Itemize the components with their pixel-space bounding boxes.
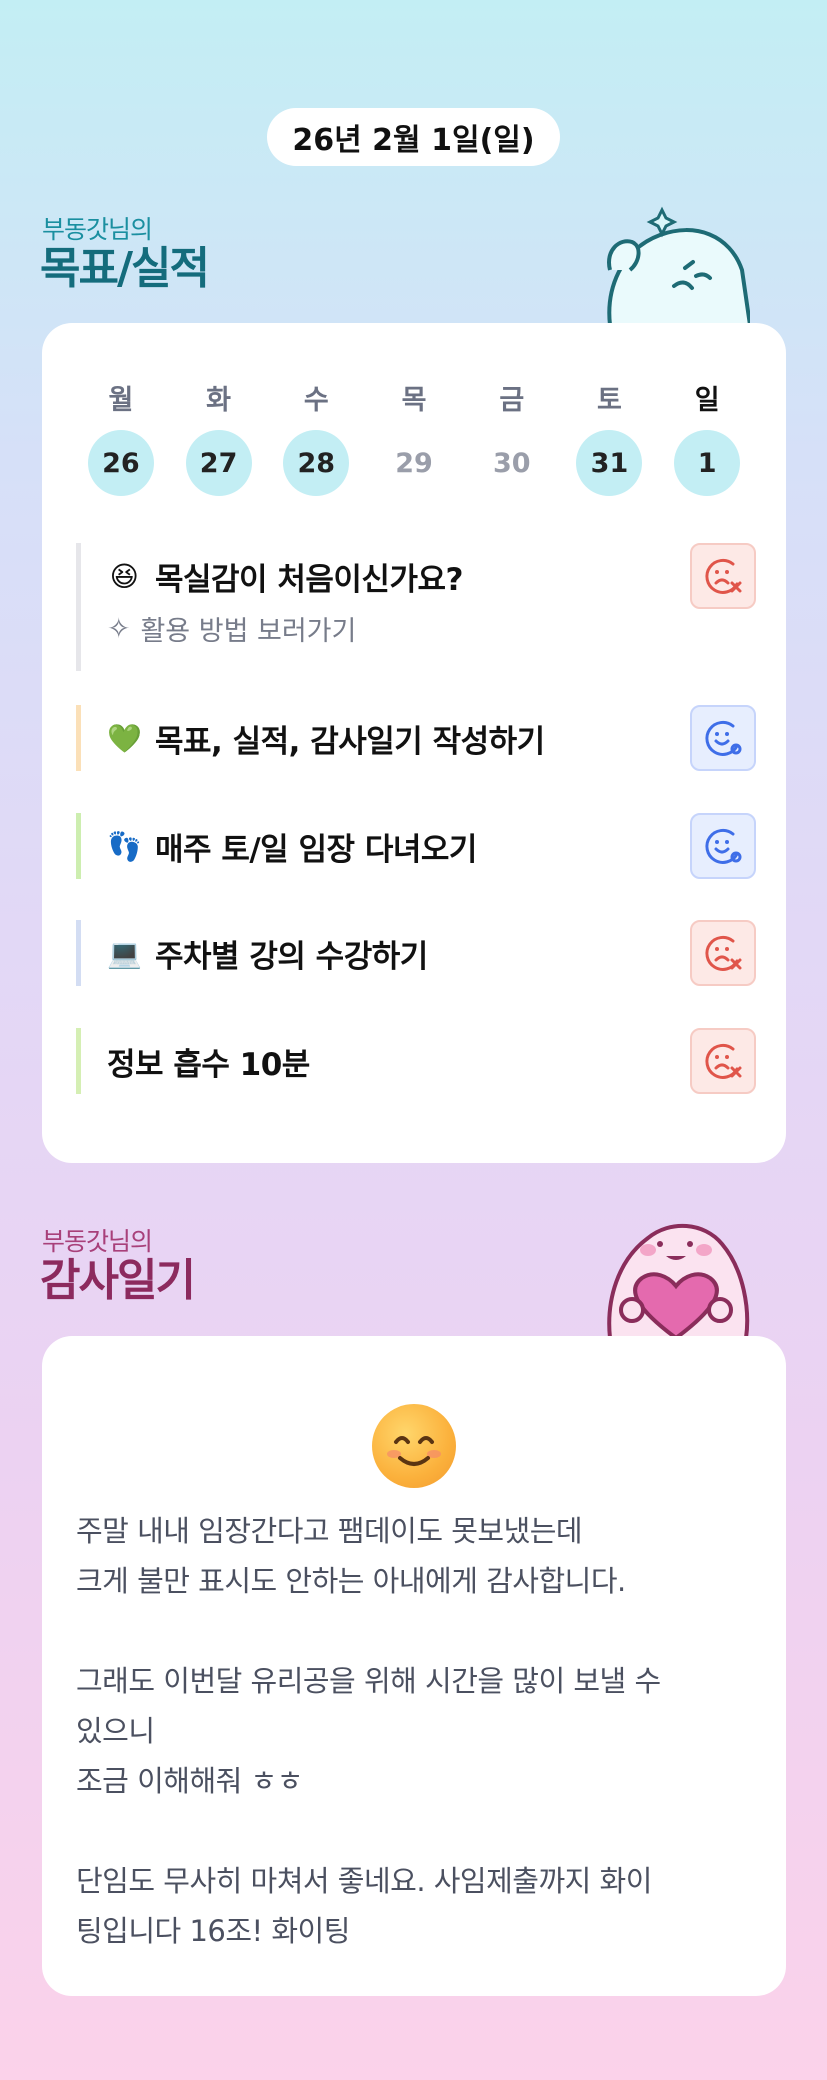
status-fail-button[interactable] bbox=[690, 1028, 756, 1094]
mascot-thumbs-up-illustration bbox=[607, 206, 750, 325]
weekday-label: 금 bbox=[499, 385, 525, 416]
date-pill[interactable]: 26년 2월 1일(일) bbox=[267, 108, 560, 166]
weekday-label: 목 bbox=[401, 385, 427, 416]
status-fail-button[interactable] bbox=[690, 920, 756, 986]
sad-face-x-icon bbox=[705, 558, 742, 594]
goal-title: 정보 흡수 10분 bbox=[107, 1046, 310, 1083]
smiling-face-emoji-icon bbox=[372, 1404, 456, 1488]
status-fail-button[interactable] bbox=[690, 543, 756, 609]
how-to-use-label: 활용 방법 보러가기 bbox=[140, 616, 357, 647]
goals-section-title: 목표/실적 bbox=[40, 243, 210, 294]
status-ok-button[interactable] bbox=[690, 705, 756, 771]
week-days: 26 27 28 29 30 31 1 bbox=[72, 430, 756, 496]
day-cell-selected[interactable]: 1 bbox=[674, 430, 741, 496]
laughing-emoji-icon: 😆 bbox=[109, 559, 139, 593]
weekday-label-sunday: 일 bbox=[694, 385, 720, 416]
smile-face-o-icon bbox=[705, 828, 742, 864]
weekday-label: 수 bbox=[303, 385, 329, 416]
sad-face-x-icon bbox=[705, 1043, 742, 1079]
diary-card: 주말 내내 임장간다고 팸데이도 못보냈는데 크게 불만 표시도 안하는 아내에… bbox=[42, 1336, 786, 1996]
goal-item[interactable]: 💚 목표, 실적, 감사일기 작성하기 bbox=[76, 705, 756, 771]
sparkle-icon: ✧ bbox=[107, 612, 131, 645]
day-cell[interactable]: 29 bbox=[381, 430, 447, 496]
goal-title: 목표, 실적, 감사일기 작성하기 bbox=[155, 723, 545, 760]
goal-title: 매주 토/일 임장 다녀오기 bbox=[155, 831, 477, 868]
goal-item[interactable]: 👣 매주 토/일 임장 다녀오기 bbox=[76, 813, 756, 879]
day-cell[interactable]: 30 bbox=[479, 430, 545, 496]
day-cell[interactable]: 26 bbox=[87, 430, 154, 496]
weekday-label: 월 bbox=[108, 385, 134, 416]
diary-entry-text: 주말 내내 임장간다고 팸데이도 못보냈는데 크게 불만 표시도 안하는 아내에… bbox=[76, 1514, 661, 1948]
goal-item[interactable]: 정보 흡수 10분 bbox=[76, 1028, 756, 1094]
day-cell[interactable]: 28 bbox=[283, 430, 350, 496]
footprints-icon: 👣 bbox=[107, 829, 142, 863]
goal-item[interactable]: 😆 목실감이 처음이신가요? ✧ 활용 방법 보러가기 bbox=[76, 543, 756, 671]
goal-item[interactable]: 💻 주차별 강의 수강하기 bbox=[76, 920, 756, 986]
goal-title: 주차별 강의 수강하기 bbox=[155, 938, 428, 975]
sad-face-x-icon bbox=[705, 935, 742, 971]
diary-section-title: 감사일기 bbox=[40, 1255, 196, 1306]
green-heart-icon: 💚 bbox=[107, 721, 142, 755]
goal-title: 목실감이 처음이신가요? bbox=[155, 561, 463, 598]
smile-face-o-icon bbox=[705, 720, 742, 756]
weekday-header: 월 화 수 목 금 토 일 bbox=[72, 378, 756, 417]
status-ok-button[interactable] bbox=[690, 813, 756, 879]
mascot-heart-illustration bbox=[607, 1224, 750, 1338]
laptop-icon: 💻 bbox=[107, 936, 142, 970]
weekday-label: 화 bbox=[206, 385, 231, 416]
day-cell[interactable]: 31 bbox=[576, 430, 643, 496]
goals-card: 월 화 수 목 금 토 일 26 27 28 29 30 31 1 😆 목실감이… bbox=[42, 323, 786, 1163]
how-to-use-link[interactable]: ✧ 활용 방법 보러가기 bbox=[107, 609, 756, 648]
day-cell[interactable]: 27 bbox=[185, 430, 252, 496]
weekday-label: 토 bbox=[597, 385, 622, 416]
